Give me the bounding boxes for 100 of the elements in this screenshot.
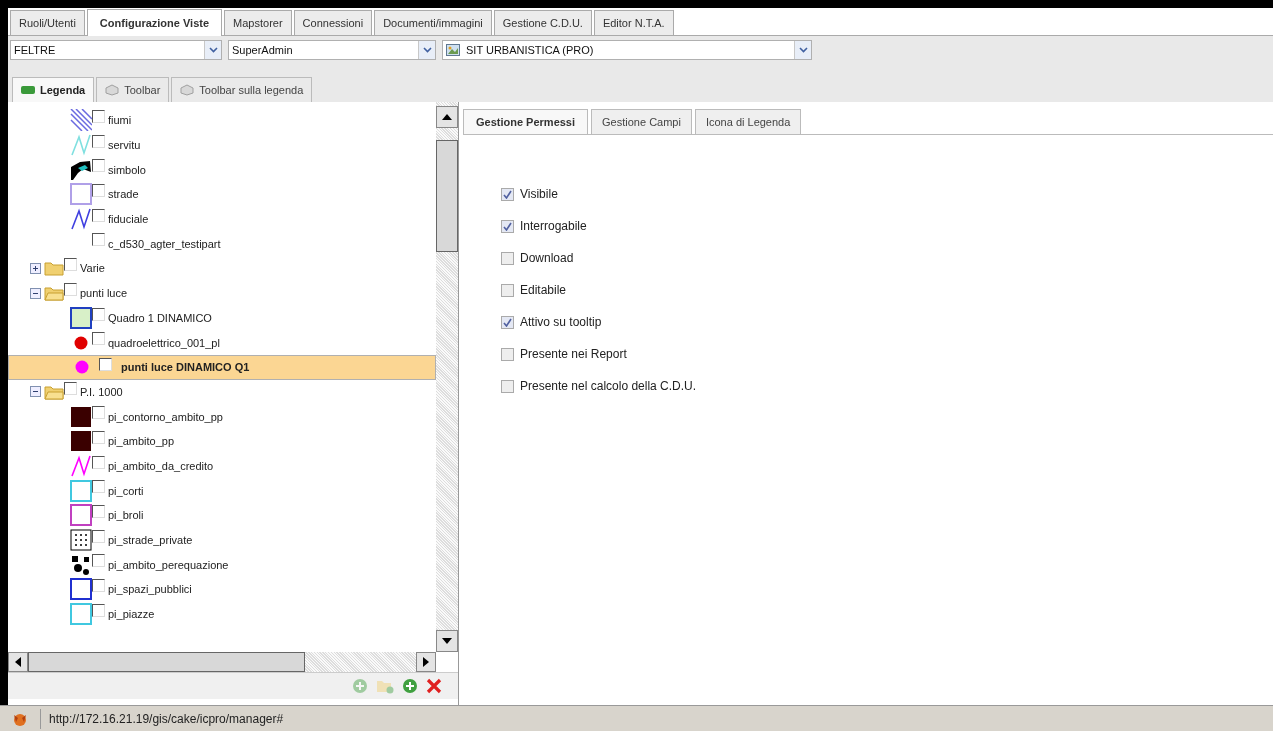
tree-item-label[interactable]: servitu xyxy=(108,139,141,152)
checkbox[interactable] xyxy=(92,134,105,148)
checkbox-label[interactable]: Visibile xyxy=(520,187,558,201)
checkbox[interactable] xyxy=(92,603,105,617)
tree-item-label[interactable]: c_d530_agter_testipart xyxy=(108,237,221,250)
tab[interactable]: Editor N.T.A. xyxy=(593,10,674,35)
scrollbar-thumb[interactable] xyxy=(436,140,458,252)
checkmark-icon xyxy=(503,189,512,199)
checkbox[interactable] xyxy=(501,315,514,329)
checkbox[interactable] xyxy=(92,529,105,543)
checkbox[interactable] xyxy=(92,307,105,321)
tree-item-label[interactable]: fiduciale xyxy=(108,213,149,226)
checkbox[interactable] xyxy=(92,480,105,494)
tree-item-label[interactable]: pi_ambito_pp xyxy=(108,435,175,448)
layers-icon xyxy=(21,85,35,95)
scrollbar-thumb[interactable] xyxy=(28,652,305,672)
tree-item-label[interactable]: pi_spazi_pubblici xyxy=(108,583,192,596)
checkbox-label[interactable]: Presente nel calcolo della C.D.U. xyxy=(520,379,697,393)
tree-item-label[interactable]: Varie xyxy=(80,262,105,275)
tree-item-label[interactable]: strade xyxy=(108,188,139,201)
collapse-icon[interactable] xyxy=(30,386,41,398)
tab[interactable]: Legenda xyxy=(12,77,95,102)
dropdown[interactable]: SuperAdmin xyxy=(228,40,436,60)
tab[interactable]: Toolbar xyxy=(96,77,170,102)
status-url: http://172.16.21.19/gis/cake/icpro/manager# xyxy=(40,708,284,729)
checkbox[interactable] xyxy=(92,110,105,123)
checkbox[interactable] xyxy=(501,187,514,201)
dropdown-value: FELTRE xyxy=(14,44,57,56)
tree-item-label[interactable]: P.I. 1000 xyxy=(80,385,123,398)
checkbox-label[interactable]: Download xyxy=(520,251,574,265)
checkbox[interactable] xyxy=(64,381,77,395)
tab[interactable]: Gestione Permessi xyxy=(463,109,589,134)
tab[interactable]: Ruoli/Utenti xyxy=(10,10,85,35)
checkbox[interactable] xyxy=(92,184,105,198)
tab[interactable]: Gestione Campi xyxy=(591,109,692,134)
checkbox[interactable] xyxy=(92,208,105,222)
dropdown[interactable]: SIT URBANISTICA (PRO) xyxy=(442,40,812,60)
tree-item-label[interactable]: pi_ambito_da_credito xyxy=(108,459,214,472)
tree-item-label[interactable]: pi_contorno_ambito_pp xyxy=(108,410,223,423)
selected-tree-row[interactable]: punti luce DINAMICO Q1 xyxy=(8,354,436,380)
tree-item-label[interactable]: punti luce DINAMICO Q1 xyxy=(121,361,250,374)
checkbox[interactable] xyxy=(92,455,105,469)
tab[interactable]: Configurazione Viste xyxy=(86,9,223,36)
checkbox[interactable] xyxy=(92,332,105,346)
checkbox[interactable] xyxy=(92,159,105,173)
dropdown[interactable]: FELTRE xyxy=(10,40,222,60)
tree-item-label[interactable]: pi_corti xyxy=(108,484,144,497)
add-icon[interactable] xyxy=(402,678,418,694)
cube-icon xyxy=(180,84,195,96)
tree-item-label[interactable]: pi_strade_private xyxy=(108,534,193,547)
checkbox[interactable] xyxy=(64,258,77,272)
scroll-right-button[interactable] xyxy=(416,652,436,672)
scroll-down-button[interactable] xyxy=(436,630,458,652)
checkbox-label[interactable]: Attivo su tooltip xyxy=(520,315,602,329)
checkbox[interactable] xyxy=(92,579,105,593)
checkbox[interactable] xyxy=(64,282,77,296)
tab[interactable]: Connessioni xyxy=(293,10,373,35)
checkbox[interactable] xyxy=(92,505,105,518)
collapse-icon[interactable] xyxy=(30,287,41,299)
checkbox[interactable] xyxy=(92,233,105,247)
scrollbar[interactable] xyxy=(8,652,436,672)
folder-icon xyxy=(44,260,64,277)
checkbox[interactable] xyxy=(92,554,105,568)
checkbox[interactable] xyxy=(501,379,514,393)
scroll-up-button[interactable] xyxy=(436,106,458,128)
tab[interactable]: Icona di Legenda xyxy=(694,109,802,134)
tree-item-label[interactable]: pi_broli xyxy=(108,509,144,522)
dropdown-arrow-button[interactable] xyxy=(794,41,811,59)
expand-icon[interactable] xyxy=(30,262,41,274)
dropdown-arrow-button[interactable] xyxy=(418,41,435,59)
tab[interactable]: Toolbar sulla legenda xyxy=(171,77,313,102)
tab[interactable]: Documenti/immagini xyxy=(374,10,492,35)
checkmark-icon xyxy=(503,317,512,327)
tree-item-label[interactable]: Quadro 1 DINAMICO xyxy=(108,311,212,324)
checkbox-label[interactable]: Editabile xyxy=(520,283,567,297)
tree-item-label[interactable]: punti luce xyxy=(80,287,128,300)
chevron-down-icon xyxy=(422,47,432,53)
dropdown-value: SuperAdmin xyxy=(232,44,294,56)
tree-item-label[interactable]: pi_ambito_perequazione xyxy=(108,558,229,571)
tree-item-label[interactable]: pi_piazze xyxy=(108,608,155,621)
checkbox[interactable] xyxy=(92,430,105,444)
checkbox[interactable] xyxy=(92,406,105,420)
delete-icon[interactable] xyxy=(426,678,442,694)
scroll-left-button[interactable] xyxy=(8,652,28,672)
checkbox[interactable] xyxy=(501,347,514,361)
tree-item-label[interactable]: simbolo xyxy=(108,163,146,176)
scrollbar[interactable] xyxy=(436,102,458,652)
checkbox[interactable] xyxy=(501,219,514,233)
tab[interactable]: Gestione C.D.U. xyxy=(493,10,592,35)
tree-item-label[interactable]: quadroelettrico_001_pl xyxy=(108,336,220,349)
map-icon xyxy=(446,44,460,56)
checkbox-label[interactable]: Interrogabile xyxy=(520,219,587,233)
checkbox-label[interactable]: Presente nei Report xyxy=(520,347,627,361)
tab[interactable]: Mapstorer xyxy=(224,10,292,35)
tree-item-label[interactable]: fiumi xyxy=(108,114,132,127)
open-folder-icon xyxy=(44,383,64,400)
checkbox[interactable] xyxy=(99,357,112,371)
checkbox[interactable] xyxy=(501,283,514,297)
checkbox[interactable] xyxy=(501,251,514,265)
dropdown-arrow-button[interactable] xyxy=(204,41,221,59)
